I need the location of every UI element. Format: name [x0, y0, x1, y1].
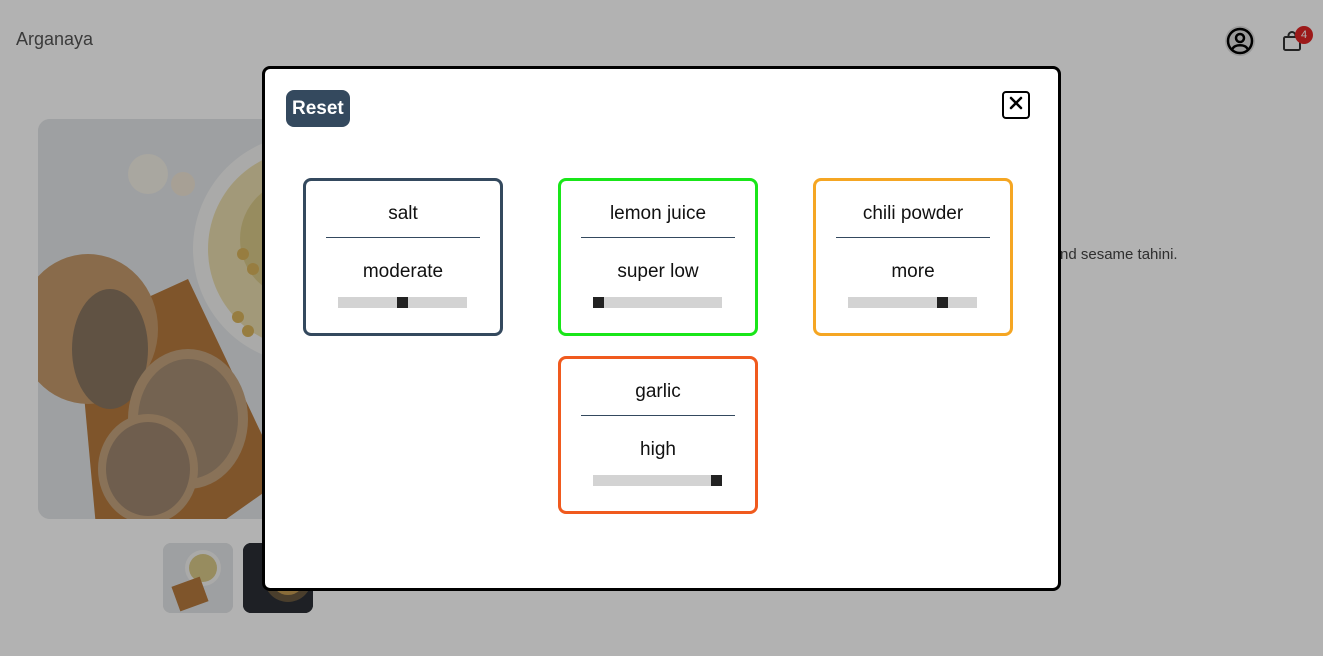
ingredient-level-label: moderate — [362, 261, 444, 282]
divider — [581, 237, 735, 238]
ingredient-card-chili-powder: chili powder more — [813, 178, 1013, 336]
divider — [836, 237, 990, 238]
ingredient-name: chili powder — [862, 203, 964, 224]
ingredient-name: garlic — [635, 381, 681, 402]
ingredient-card-garlic: garlic high — [558, 356, 758, 514]
level-slider-lemon-juice[interactable] — [593, 297, 722, 308]
slider-thumb[interactable] — [397, 297, 408, 308]
divider — [581, 415, 735, 416]
level-slider-chili-powder[interactable] — [848, 297, 977, 308]
ingredient-level-label: high — [640, 439, 676, 460]
ingredient-adjust-modal: Reset salt moderate lemon juice super lo… — [262, 66, 1061, 591]
slider-thumb[interactable] — [593, 297, 604, 308]
level-slider-salt[interactable] — [338, 297, 467, 308]
level-slider-garlic[interactable] — [593, 475, 722, 486]
ingredient-card-lemon-juice: lemon juice super low — [558, 178, 758, 336]
ingredient-level-label: more — [891, 261, 935, 282]
close-button[interactable] — [1002, 91, 1030, 119]
close-icon — [1009, 96, 1023, 115]
ingredient-level-label: super low — [617, 261, 699, 282]
reset-button[interactable]: Reset — [286, 90, 350, 127]
slider-thumb[interactable] — [711, 475, 722, 486]
slider-thumb[interactable] — [937, 297, 948, 308]
ingredient-name: salt — [388, 203, 418, 224]
ingredient-name: lemon juice — [609, 203, 707, 224]
divider — [326, 237, 480, 238]
ingredient-card-salt: salt moderate — [303, 178, 503, 336]
